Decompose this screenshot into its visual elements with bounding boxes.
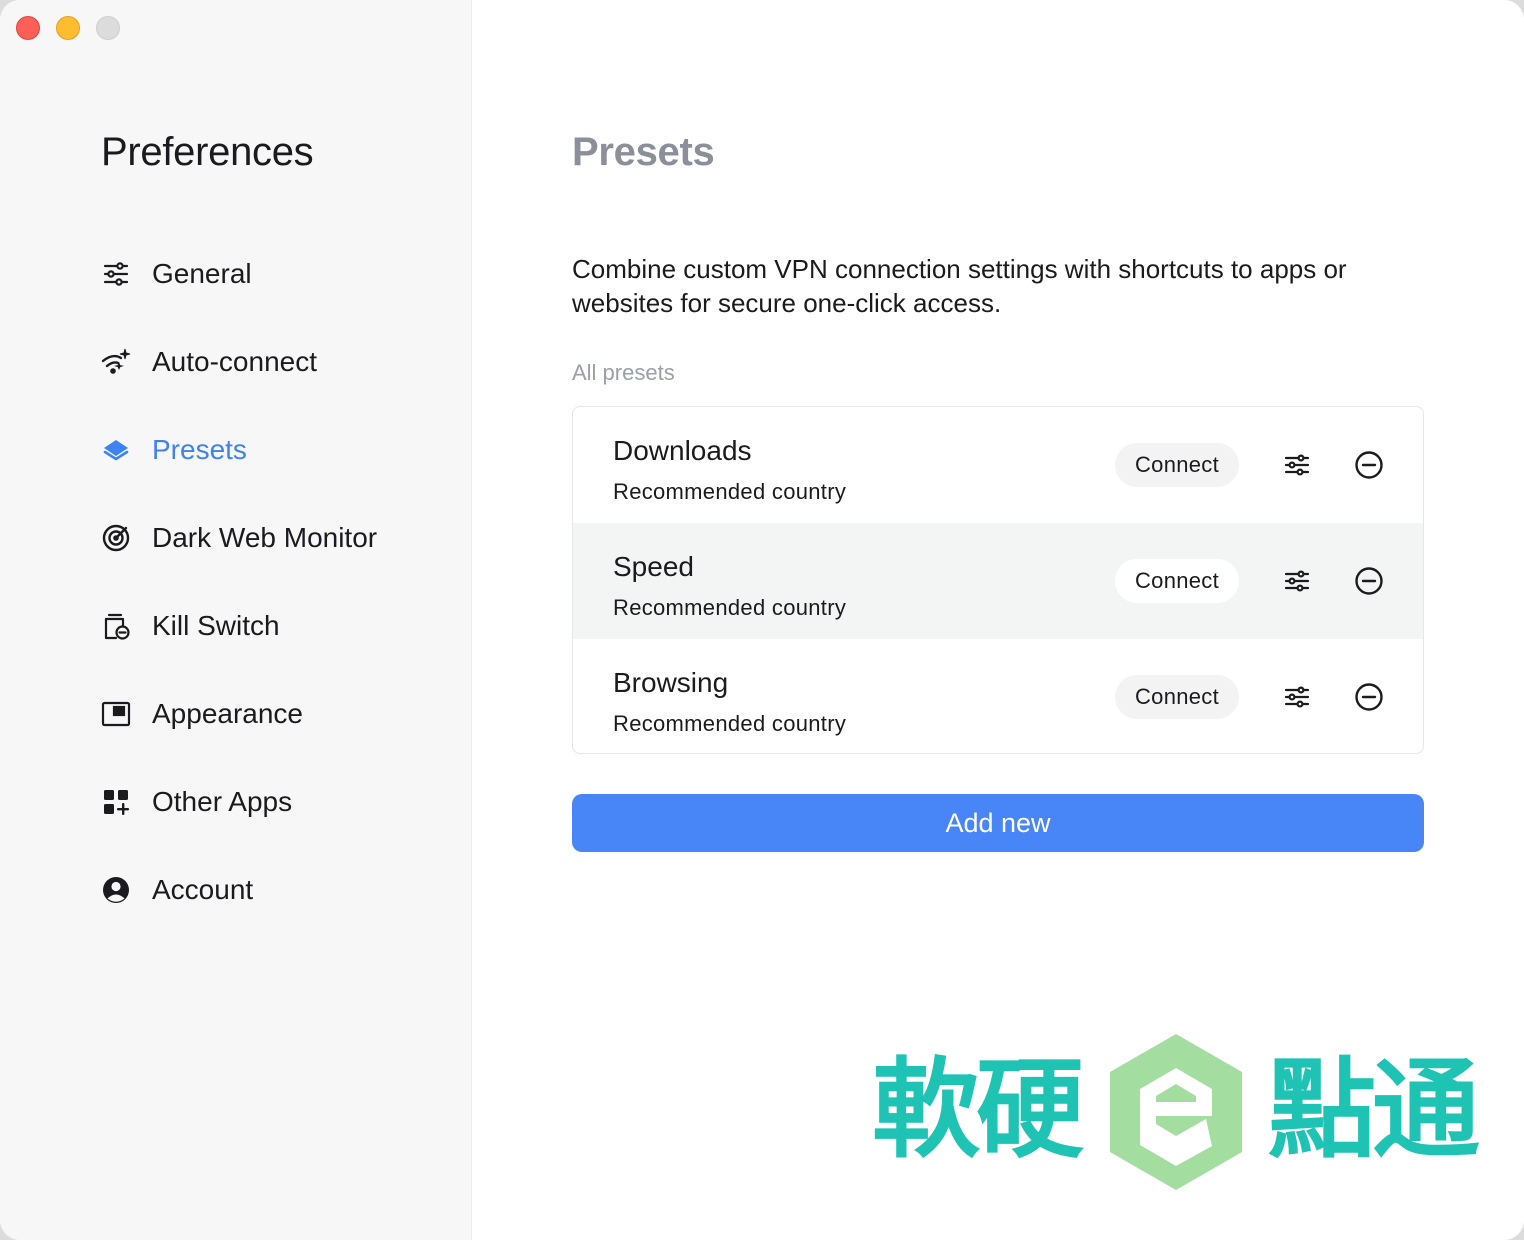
layers-icon [100,434,132,466]
preset-name: Speed [613,551,694,582]
sidebar-item-label: Auto-connect [152,346,317,377]
sidebar-title: Preferences [101,130,314,174]
target-icon [100,522,132,554]
presets-description: Combine custom VPN connection settings w… [572,254,1347,318]
wifi-sparkle-icon [100,346,132,378]
preset-row-downloads[interactable]: Downloads Recommended country Connect [573,407,1423,523]
connect-button[interactable]: Connect [1115,559,1239,603]
sidebar-item-general[interactable]: General [100,230,440,318]
sidebar: Preferences General Auto-connect Presets… [0,0,472,1240]
preset-country: Recommended country [613,711,847,736]
close-window-button[interactable] [16,16,40,40]
sliders-icon [100,258,132,290]
sidebar-item-other-apps[interactable]: Other Apps [100,758,440,846]
user-circle-icon [100,874,132,906]
sidebar-item-label: Presets [152,434,247,465]
preset-country: Recommended country [613,479,847,504]
window-controls [16,16,120,40]
presets-list: Downloads Recommended country Connect Sp… [572,406,1424,754]
sidebar-item-auto-connect[interactable]: Auto-connect [100,318,440,406]
preset-settings-icon[interactable] [1279,563,1315,599]
sidebar-item-appearance[interactable]: Appearance [100,670,440,758]
preset-name: Downloads [613,435,752,466]
sidebar-item-account[interactable]: Account [100,846,440,934]
sidebar-item-label: General [152,258,252,289]
apps-grid-icon [100,786,132,818]
sidebar-item-kill-switch[interactable]: Kill Switch [100,582,440,670]
watermark-text-right: 點通 [1268,1048,1480,1173]
page-title: Presets [572,130,715,174]
connect-button[interactable]: Connect [1115,675,1239,719]
appearance-window-icon [100,698,132,730]
connect-button[interactable]: Connect [1115,443,1239,487]
preset-country: Recommended country [613,595,847,620]
section-label: All presets [572,360,675,385]
zoom-window-button[interactable] [96,16,120,40]
sidebar-nav: General Auto-connect Presets Dark Web Mo… [100,230,440,934]
preset-settings-icon[interactable] [1279,679,1315,715]
watermark: 軟硬 e 點通 [872,1034,1484,1194]
add-new-button[interactable]: Add new [572,794,1424,852]
remove-preset-icon[interactable] [1351,563,1387,599]
minimize-window-button[interactable] [56,16,80,40]
sidebar-item-presets[interactable]: Presets [100,406,440,494]
sidebar-item-label: Kill Switch [152,610,280,641]
remove-preset-icon[interactable] [1351,447,1387,483]
sidebar-item-label: Other Apps [152,786,293,817]
sidebar-item-label: Appearance [152,698,304,729]
sidebar-item-dark-web-monitor[interactable]: Dark Web Monitor [100,494,440,582]
preset-settings-icon[interactable] [1279,447,1315,483]
preset-name: Browsing [613,667,729,698]
remove-preset-icon[interactable] [1351,679,1387,715]
watermark-text-left: 軟硬 [872,1048,1084,1173]
preset-row-speed[interactable]: Speed Recommended country Connect [573,523,1423,639]
watermark-e-logo: e [1110,1034,1242,1190]
sidebar-item-label: Account [152,874,254,905]
sidebar-item-label: Dark Web Monitor [152,522,378,553]
preferences-window: Preferences General Auto-connect Presets… [0,0,1524,1240]
preset-row-browsing[interactable]: Browsing Recommended country Connect [573,639,1423,753]
kill-switch-icon [100,610,132,642]
